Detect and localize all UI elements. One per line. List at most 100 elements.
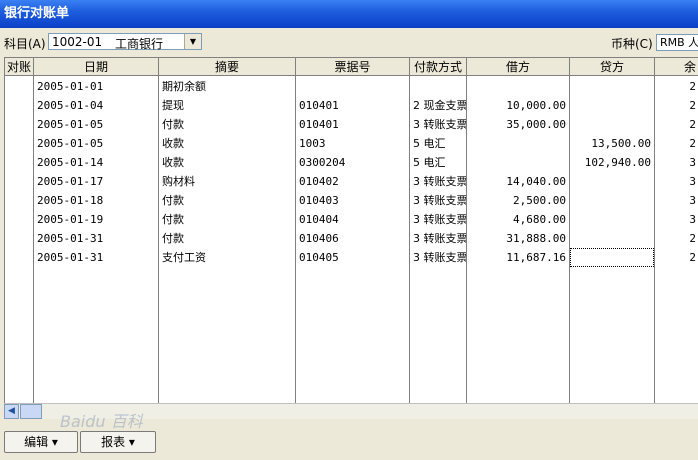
cell-summary[interactable]: 付款 <box>159 229 295 248</box>
chevron-down-icon[interactable]: ▼ <box>184 34 201 49</box>
cell-summary[interactable]: 付款 <box>159 191 295 210</box>
col-header-voucher[interactable]: 票据号 <box>296 58 410 76</box>
col-header-payment[interactable]: 付款方式 <box>410 58 467 76</box>
cell-credit[interactable]: 13,500.00 <box>570 134 654 153</box>
cell-summary[interactable]: 期初余额 <box>159 77 295 96</box>
cell-payment[interactable]: 3 转账支票 <box>410 172 466 191</box>
cell-summary[interactable]: 支付工资 <box>159 248 295 267</box>
col-header-summary[interactable]: 摘要 <box>159 58 296 76</box>
cell-voucher[interactable]: 010401 <box>296 115 409 134</box>
cell-voucher[interactable]: 010406 <box>296 229 409 248</box>
table-row[interactable]: 2005-01-18 付款 010403 3 转账支票 2,500.00 3 <box>5 191 698 210</box>
col-header-date[interactable]: 日期 <box>34 58 159 76</box>
cell-summary[interactable]: 提现 <box>159 96 295 115</box>
cell-payment[interactable]: 3 转账支票 <box>410 191 466 210</box>
cell-balance[interactable]: 3 <box>655 210 698 229</box>
cell-debit[interactable]: 2,500.00 <box>467 191 569 210</box>
cell-reconciled[interactable] <box>5 172 33 191</box>
cell-date[interactable]: 2005-01-05 <box>34 115 158 134</box>
cell-balance[interactable]: 2 <box>655 115 698 134</box>
cell-debit[interactable]: 4,680.00 <box>467 210 569 229</box>
cell-date[interactable]: 2005-01-01 <box>34 77 158 96</box>
cell-summary[interactable]: 收款 <box>159 153 295 172</box>
cell-voucher[interactable]: 010402 <box>296 172 409 191</box>
cell-voucher[interactable]: 010404 <box>296 210 409 229</box>
cell-balance[interactable]: 2 <box>655 134 698 153</box>
cell-balance[interactable]: 3 <box>655 153 698 172</box>
cell-credit[interactable]: 102,940.00 <box>570 153 654 172</box>
account-combobox[interactable]: 1002-01 工商银行 ▼ <box>48 33 202 51</box>
cell-reconciled[interactable] <box>5 229 33 248</box>
cell-balance[interactable]: 3 <box>655 191 698 210</box>
cell-balance[interactable]: 2 <box>655 248 698 267</box>
table-row[interactable]: 2005-01-05 付款 010401 3 转账支票 35,000.00 2 <box>5 115 698 134</box>
currency-combobox[interactable]: RMB 人 <box>656 34 698 51</box>
cell-debit[interactable]: 14,040.00 <box>467 172 569 191</box>
cell-debit[interactable] <box>467 153 569 172</box>
table-row[interactable]: 2005-01-05 收款 1003 5 电汇 13,500.00 2 <box>5 134 698 153</box>
cell-reconciled[interactable] <box>5 191 33 210</box>
cell-debit[interactable] <box>467 134 569 153</box>
scrollbar-thumb[interactable] <box>20 404 42 419</box>
cell-summary[interactable]: 付款 <box>159 210 295 229</box>
table-row[interactable]: 2005-01-14 收款 0300204 5 电汇 102,940.00 3 <box>5 153 698 172</box>
report-menu-button[interactable]: 报表 ▾ <box>80 431 156 453</box>
cell-payment[interactable] <box>410 77 466 96</box>
cell-voucher[interactable]: 010405 <box>296 248 409 267</box>
cell-date[interactable]: 2005-01-14 <box>34 153 158 172</box>
scroll-left-icon[interactable]: ◀ <box>4 404 19 419</box>
cell-summary[interactable]: 购材料 <box>159 172 295 191</box>
table-row[interactable]: 2005-01-17 购材料 010402 3 转账支票 14,040.00 3 <box>5 172 698 191</box>
table-row[interactable]: 2005-01-04 提现 010401 2 现金支票 10,000.00 2 <box>5 96 698 115</box>
cell-payment[interactable]: 5 电汇 <box>410 134 466 153</box>
cell-date[interactable]: 2005-01-19 <box>34 210 158 229</box>
cell-debit[interactable]: 11,687.16 <box>467 248 569 267</box>
cell-date[interactable]: 2005-01-17 <box>34 172 158 191</box>
cell-date[interactable]: 2005-01-31 <box>34 248 158 267</box>
cell-debit[interactable] <box>467 77 569 96</box>
edit-menu-button[interactable]: 编辑 ▾ <box>4 431 78 453</box>
cell-credit[interactable] <box>570 172 654 191</box>
cell-date[interactable]: 2005-01-18 <box>34 191 158 210</box>
cell-payment[interactable]: 5 电汇 <box>410 153 466 172</box>
cell-payment[interactable]: 2 现金支票 <box>410 96 466 115</box>
cell-credit[interactable] <box>570 210 654 229</box>
cell-reconciled[interactable] <box>5 248 33 267</box>
cell-payment[interactable]: 3 转账支票 <box>410 115 466 134</box>
cell-payment[interactable]: 3 转账支票 <box>410 210 466 229</box>
cell-credit[interactable] <box>570 96 654 115</box>
col-header-balance[interactable]: 余 <box>655 58 698 76</box>
cell-voucher[interactable]: 010403 <box>296 191 409 210</box>
cell-credit[interactable] <box>570 191 654 210</box>
cell-debit[interactable]: 31,888.00 <box>467 229 569 248</box>
table-row[interactable]: 2005-01-31 付款 010406 3 转账支票 31,888.00 2 <box>5 229 698 248</box>
col-header-debit[interactable]: 借方 <box>467 58 570 76</box>
cell-payment[interactable]: 3 转账支票 <box>410 229 466 248</box>
cell-credit[interactable] <box>570 248 654 267</box>
table-row[interactable]: 2005-01-31 支付工资 010405 3 转账支票 11,687.16 2 <box>5 248 698 267</box>
cell-debit[interactable]: 10,000.00 <box>467 96 569 115</box>
cell-balance[interactable]: 2 <box>655 229 698 248</box>
col-header-reconciled[interactable]: 对账 <box>5 58 34 76</box>
cell-credit[interactable] <box>570 115 654 134</box>
col-header-credit[interactable]: 贷方 <box>570 58 655 76</box>
cell-debit[interactable]: 35,000.00 <box>467 115 569 134</box>
table-row[interactable]: 2005-01-19 付款 010404 3 转账支票 4,680.00 3 <box>5 210 698 229</box>
cell-date[interactable]: 2005-01-31 <box>34 229 158 248</box>
cell-payment[interactable]: 3 转账支票 <box>410 248 466 267</box>
cell-reconciled[interactable] <box>5 77 33 96</box>
cell-balance[interactable]: 3 <box>655 172 698 191</box>
cell-balance[interactable]: 2 <box>655 77 698 96</box>
cell-reconciled[interactable] <box>5 153 33 172</box>
cell-balance[interactable]: 2 <box>655 96 698 115</box>
cell-date[interactable]: 2005-01-05 <box>34 134 158 153</box>
table-row[interactable]: 2005-01-01 期初余额 2 <box>5 77 698 96</box>
cell-reconciled[interactable] <box>5 210 33 229</box>
cell-summary[interactable]: 付款 <box>159 115 295 134</box>
cell-credit[interactable] <box>570 229 654 248</box>
cell-summary[interactable]: 收款 <box>159 134 295 153</box>
cell-voucher[interactable]: 010401 <box>296 96 409 115</box>
cell-date[interactable]: 2005-01-04 <box>34 96 158 115</box>
cell-reconciled[interactable] <box>5 115 33 134</box>
cell-voucher[interactable]: 1003 <box>296 134 409 153</box>
